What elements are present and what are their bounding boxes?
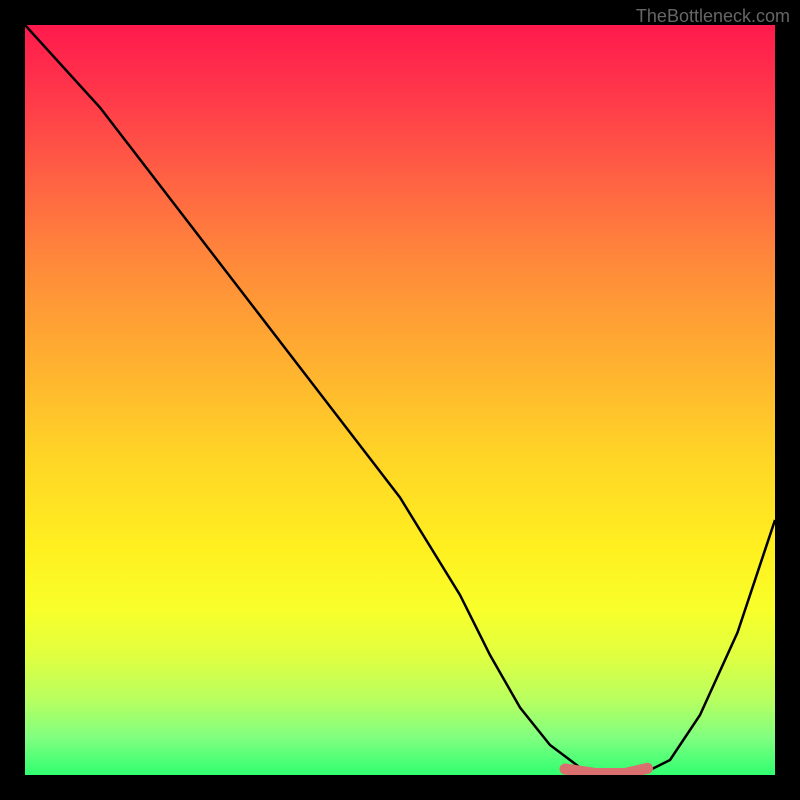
optimal-range-marker	[565, 768, 648, 773]
chart-svg	[25, 25, 775, 775]
watermark-text: TheBottleneck.com	[636, 6, 790, 27]
bottleneck-curve	[25, 25, 775, 775]
